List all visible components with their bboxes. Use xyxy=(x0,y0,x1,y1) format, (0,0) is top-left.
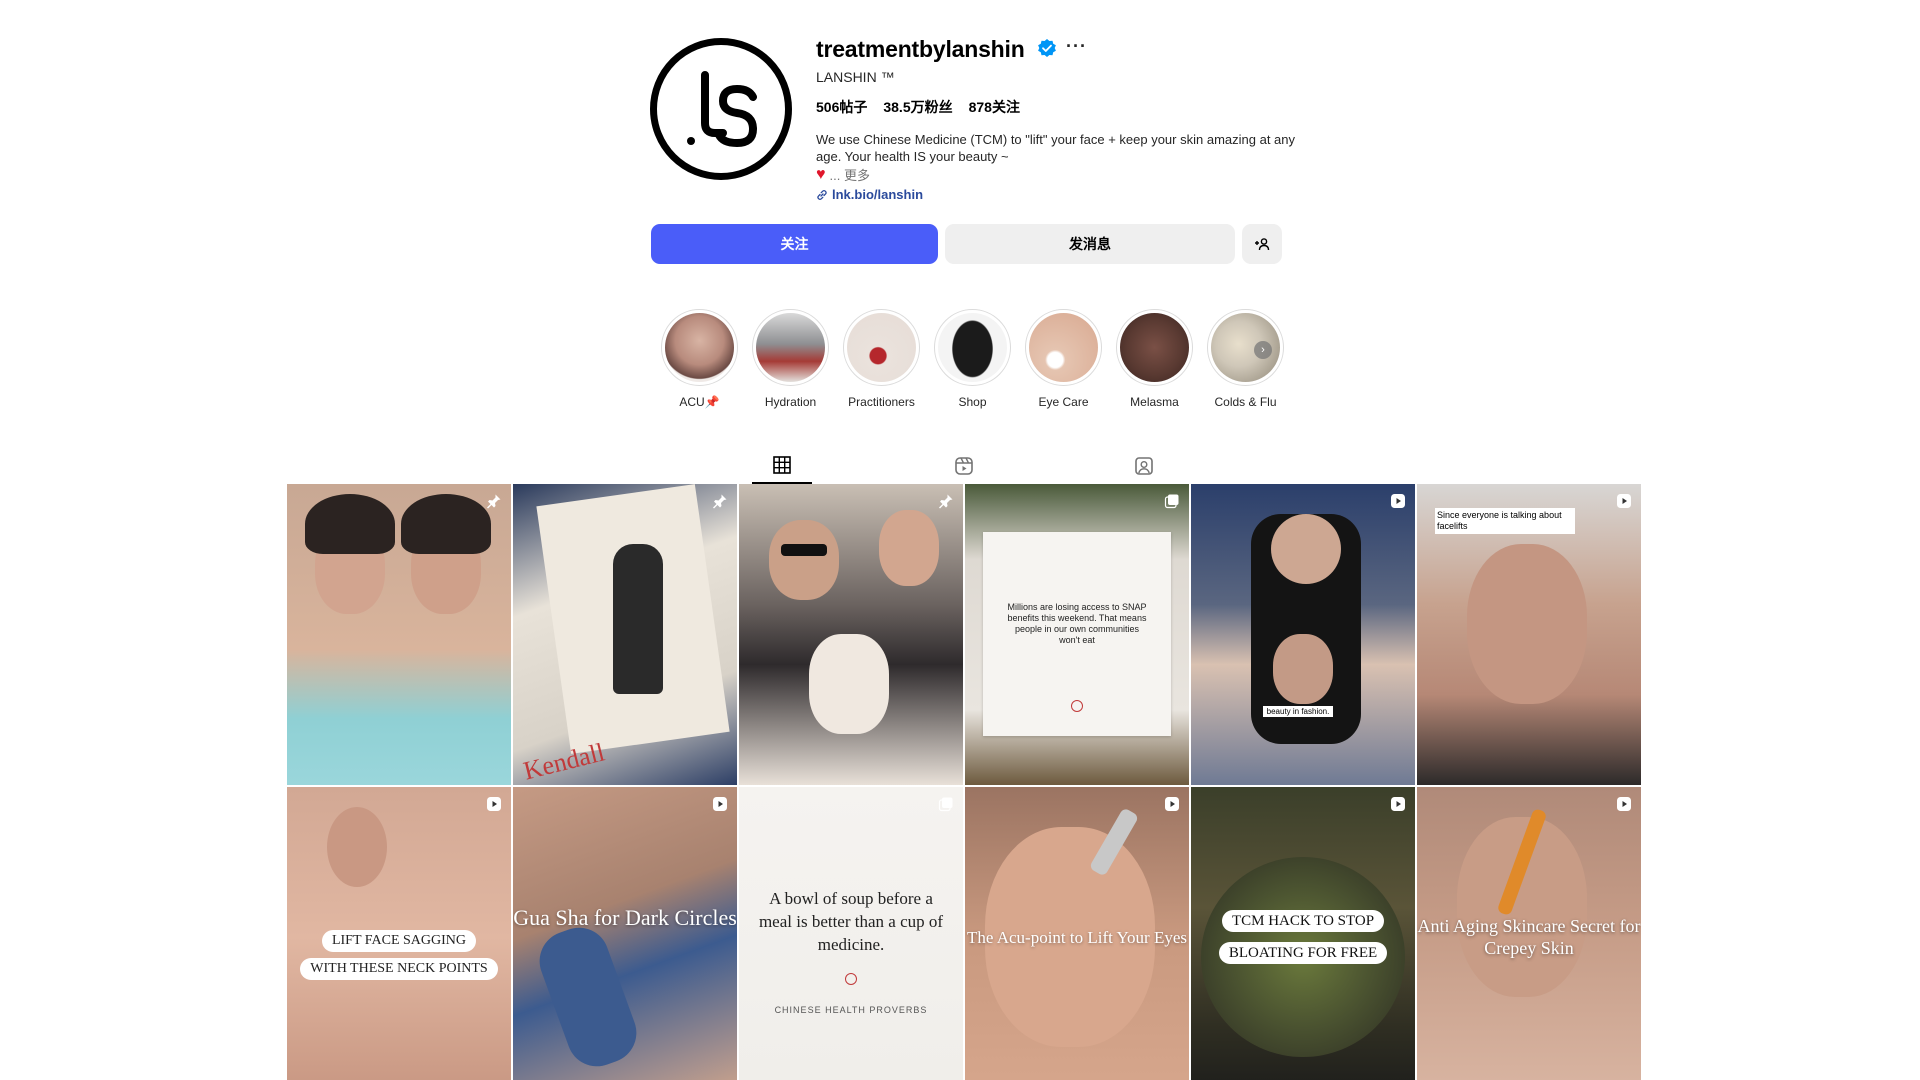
add-person-icon xyxy=(1255,238,1270,251)
highlight-label: Eye Care xyxy=(1038,395,1089,409)
post-tile[interactable]: Millions are losing access to SNAP benef… xyxy=(965,484,1189,785)
caption-pill: WITH THESE NECK POINTS xyxy=(300,958,498,980)
tab-tagged[interactable] xyxy=(1114,448,1174,484)
verified-badge-icon xyxy=(1038,39,1056,57)
post-grid: Kendall Millions are losing access to SN… xyxy=(287,484,1643,1080)
highlight-acu[interactable]: ACU📌 xyxy=(661,309,738,409)
post-tile[interactable] xyxy=(287,484,511,785)
carousel-icon xyxy=(938,796,954,812)
post-tile[interactable]: LIFT FACE SAGGING WITH THESE NECK POINTS xyxy=(287,787,511,1080)
highlight-cover: › xyxy=(1211,313,1280,382)
followers-count[interactable]: 38.5万粉丝 xyxy=(883,97,952,117)
reel-icon xyxy=(1164,796,1180,812)
highlight-label: Practitioners xyxy=(848,395,915,409)
highlight-cover xyxy=(756,313,825,382)
post-caption: Gua Sha for Dark Circles xyxy=(513,905,737,930)
tab-reels[interactable] xyxy=(934,448,994,484)
carousel-icon xyxy=(1164,493,1180,509)
post-tile[interactable]: Anti Aging Skincare Secret for Crepey Sk… xyxy=(1417,787,1641,1080)
caption-pill: TCM HACK TO STOP xyxy=(1221,910,1385,932)
highlight-cover xyxy=(938,313,1007,382)
highlight-label: Shop xyxy=(958,395,987,409)
reels-icon xyxy=(955,457,973,475)
profile-link-text[interactable]: lnk.bio/lanshin xyxy=(832,187,923,202)
reel-icon xyxy=(1616,796,1632,812)
highlight-label: Colds & Flu xyxy=(1214,395,1277,409)
message-button[interactable]: 发消息 xyxy=(945,224,1235,264)
post-tile[interactable]: beauty in fashion. xyxy=(1191,484,1415,785)
follow-button[interactable]: 关注 xyxy=(651,224,938,264)
logo-mark-icon xyxy=(845,973,857,985)
highlight-label: ACU📌 xyxy=(679,395,720,409)
post-tile[interactable]: Gua Sha for Dark Circles xyxy=(513,787,737,1080)
post-subcaption: CHINESE HEALTH PROVERBS xyxy=(774,1005,928,1015)
post-caption: Anti Aging Skincare Secret for Crepey Sk… xyxy=(1417,916,1641,958)
heart-icon: ♥ xyxy=(816,166,826,183)
caption-pill: BLOATING FOR FREE xyxy=(1218,942,1388,964)
highlight-eye-care[interactable]: Eye Care xyxy=(1025,309,1102,409)
bio-more-label[interactable]: ... 更多 xyxy=(830,165,870,184)
post-caption: A bowl of soup before a meal is better t… xyxy=(758,889,944,954)
post-tile[interactable]: Since everyone is talking about facelift… xyxy=(1417,484,1641,785)
story-highlights: ACU📌 Hydration Practitioners Shop Eye Ca… xyxy=(661,309,1284,409)
bio-more[interactable]: ♥ ... 更多 xyxy=(816,165,870,184)
profile-tabs xyxy=(752,448,1214,484)
pin-icon xyxy=(712,493,728,509)
post-tile[interactable]: TCM HACK TO STOP BLOATING FOR FREE xyxy=(1191,787,1415,1080)
profile-stats: 506帖子 38.5万粉丝 878关注 xyxy=(816,97,1020,117)
pin-icon xyxy=(486,493,502,509)
pin-icon xyxy=(938,493,954,509)
logo-mark-icon xyxy=(1071,700,1083,712)
reel-icon xyxy=(1616,493,1632,509)
link-icon xyxy=(817,189,827,200)
following-count[interactable]: 878关注 xyxy=(969,97,1020,117)
post-tile[interactable]: A bowl of soup before a meal is better t… xyxy=(739,787,963,1080)
reel-icon xyxy=(1390,493,1406,509)
profile-link[interactable]: lnk.bio/lanshin xyxy=(816,187,923,202)
reel-icon xyxy=(1390,796,1406,812)
profile-bio: We use Chinese Medicine (TCM) to "lift" … xyxy=(816,132,1296,164)
post-caption: LIFT FACE SAGGING WITH THESE NECK POINTS xyxy=(287,927,511,983)
post-caption: The Acu-point to Lift Your Eyes xyxy=(966,928,1188,947)
highlight-cover xyxy=(665,313,734,382)
grid-icon xyxy=(773,456,791,474)
highlight-melasma[interactable]: Melasma xyxy=(1116,309,1193,409)
chevron-right-icon[interactable]: › xyxy=(1254,341,1272,359)
ellipsis-icon[interactable]: ··· xyxy=(1066,36,1087,57)
highlight-hydration[interactable]: Hydration xyxy=(752,309,829,409)
profile-full-name: LANSHIN ™ xyxy=(816,69,895,85)
profile-username: treatmentbylanshin xyxy=(816,36,1025,62)
post-caption: Since everyone is talking about facelift… xyxy=(1435,508,1575,534)
post-tile[interactable]: The Acu-point to Lift Your Eyes xyxy=(965,787,1189,1080)
highlight-label: Melasma xyxy=(1130,395,1179,409)
caption-pill: LIFT FACE SAGGING xyxy=(321,930,477,952)
post-caption: Millions are losing access to SNAP benef… xyxy=(1007,602,1147,645)
reel-icon xyxy=(486,796,502,812)
reel-icon xyxy=(712,796,728,812)
lanshin-logo xyxy=(687,71,758,148)
highlight-cover xyxy=(847,313,916,382)
highlight-cover xyxy=(1120,313,1189,382)
highlight-practitioners[interactable]: Practitioners xyxy=(843,309,920,409)
post-caption: beauty in fashion. xyxy=(1263,706,1333,717)
profile-avatar[interactable] xyxy=(650,38,792,180)
post-tile[interactable] xyxy=(739,484,963,785)
tagged-icon xyxy=(1135,457,1153,475)
suggested-accounts-button[interactable] xyxy=(1242,224,1282,264)
post-tile[interactable]: Kendall xyxy=(513,484,737,785)
highlight-shop[interactable]: Shop xyxy=(934,309,1011,409)
posts-count[interactable]: 506帖子 xyxy=(816,97,867,117)
tab-posts[interactable] xyxy=(752,448,812,484)
highlight-colds-flu[interactable]: › Colds & Flu xyxy=(1207,309,1284,409)
highlight-cover xyxy=(1029,313,1098,382)
highlight-label: Hydration xyxy=(764,395,817,409)
post-caption: TCM HACK TO STOP BLOATING FOR FREE xyxy=(1191,905,1415,969)
post-caption: Kendall xyxy=(520,737,608,785)
